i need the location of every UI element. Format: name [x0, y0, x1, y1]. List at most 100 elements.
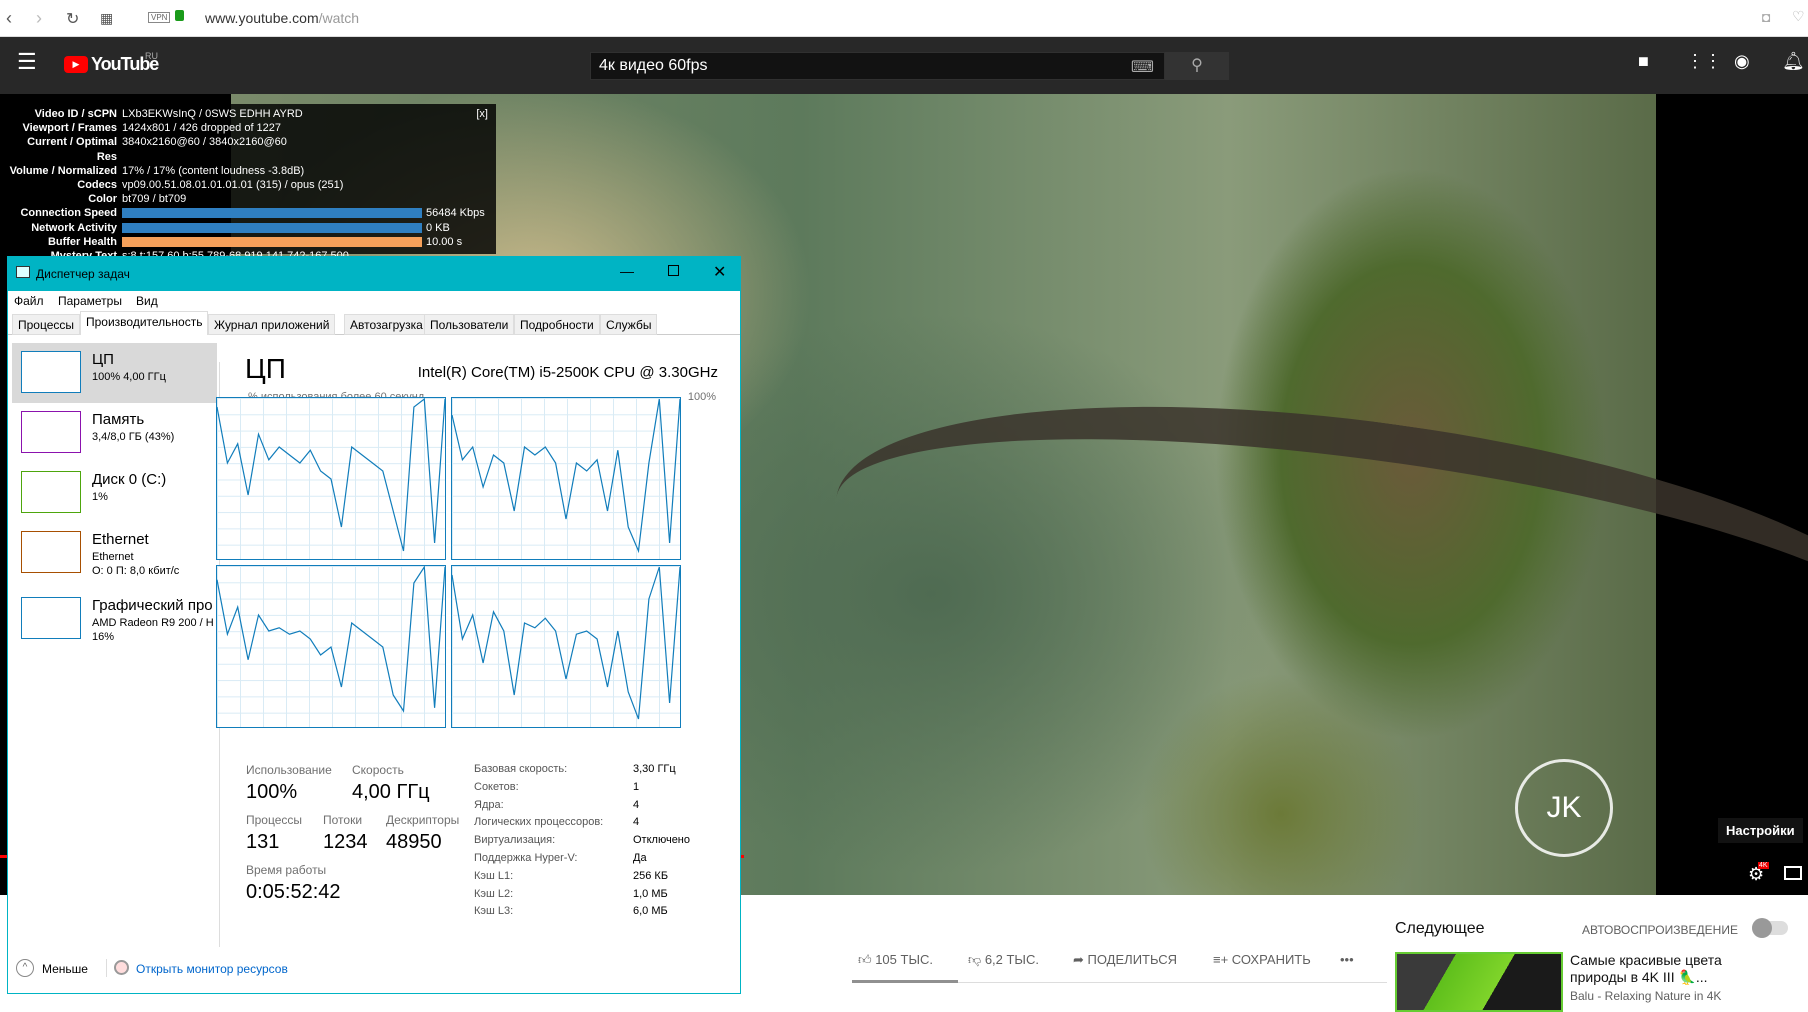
channel-watermark[interactable]: JK — [1515, 759, 1613, 857]
chevron-up-icon[interactable]: ^ — [16, 959, 34, 977]
resource-item-2[interactable]: Диск 0 (C:) 1% — [12, 463, 217, 523]
settings-tooltip: Настройки — [1718, 818, 1803, 843]
speed-label: Скорость — [352, 763, 404, 777]
threads-label: Потоки — [323, 813, 363, 827]
upload-video-icon[interactable]: ■ — [1638, 51, 1649, 72]
info-value: 256 КБ — [633, 869, 669, 882]
stats-close-button[interactable]: [x] — [476, 107, 488, 121]
info-value: 3,30 ГГц — [633, 763, 676, 775]
maximize-button[interactable] — [668, 265, 679, 276]
stats-for-nerds: [x] Video ID / sCPN LXb3EKWsInQ / 0SWS ED… — [2, 104, 496, 262]
forward-icon[interactable]: › — [36, 8, 42, 29]
handles-label: Дескрипторы — [386, 813, 460, 827]
info-label: Сокетов: — [474, 780, 519, 793]
resource-item-0[interactable]: ЦП 100% 4,00 ГГц — [12, 343, 217, 403]
camera-icon[interactable]: ◘ — [1762, 9, 1770, 25]
info-label: Базовая скорость: — [474, 763, 568, 775]
like-ratio-bar — [852, 980, 958, 983]
info-value: 1 — [633, 780, 640, 793]
stats-bar-row: Network Activity 0 KB — [31, 221, 450, 234]
resource-item-4[interactable]: Графический про AMD Radeon R9 200 / H 16% — [12, 589, 217, 649]
tab-details[interactable]: Подробности — [514, 314, 600, 335]
stats-row: Current / Optimal Res 3840x2160@60 / 3840… — [27, 136, 287, 163]
cpu-usage-line — [217, 398, 445, 552]
cpu-usage-line — [217, 566, 445, 713]
reload-icon[interactable]: ↻ — [66, 9, 79, 29]
messages-icon[interactable]: ◉ — [1734, 51, 1750, 72]
address-bar[interactable]: www.youtube.com/watch — [205, 10, 359, 26]
youtube-logo-icon[interactable]: ▶ — [64, 56, 88, 73]
tab-startup[interactable]: Автозагрузка — [344, 314, 429, 335]
info-label: Кэш L3: — [474, 905, 514, 918]
keyboard-icon[interactable]: ⌨ — [1131, 57, 1154, 77]
menu-bar: Файл Параметры Вид — [8, 291, 740, 311]
task-manager-icon — [16, 266, 30, 278]
tab-users[interactable]: Пользователи — [424, 314, 515, 335]
graph-max: 100% — [687, 391, 716, 403]
tab-performance[interactable]: Производительность — [80, 311, 209, 335]
next-video-channel[interactable]: Balu - Relaxing Nature in 4K — [1570, 989, 1721, 1003]
notifications-icon[interactable]: 🔔︎ — [1782, 51, 1805, 72]
stats-bar-row: Connection Speed 56484 Kbps — [20, 207, 485, 220]
browser-toolbar: ‹ › ↻ ▦ VPN www.youtube.com/watch ◘ ♡ — [0, 0, 1808, 37]
menu-options[interactable]: Параметры — [58, 294, 122, 308]
stats-bar-graph — [122, 208, 422, 219]
info-label: Кэш L2: — [474, 887, 514, 900]
next-video-title[interactable]: Самые красивые цвета природы в 4K III 🦜.… — [1570, 952, 1770, 986]
save-button[interactable]: ≡+ СОХРАНИТЬ — [1213, 952, 1311, 967]
stats-row: Volume / Normalized 17% / 17% (content lo… — [9, 164, 305, 177]
resource-item-3[interactable]: Ethernet Ethernet О: 0 П: 8,0 кбит/с — [12, 523, 217, 583]
search-button[interactable]: ⚲ — [1165, 52, 1229, 80]
menu-icon[interactable]: ☰ — [17, 49, 37, 75]
heart-icon[interactable]: ♡ — [1792, 8, 1805, 25]
search-input[interactable]: 4к видео 60fps ⌨ — [590, 52, 1165, 80]
stats-row: Video ID / sCPN LXb3EKWsInQ / 0SWS EDHH A… — [34, 108, 303, 120]
tab-services[interactable]: Службы — [600, 314, 658, 335]
mini-graph — [21, 597, 81, 639]
autoplay-label: АВТОВОСПРОИЗВЕДЕНИЕ — [1582, 923, 1738, 937]
tab-app-history[interactable]: Журнал приложений — [208, 314, 336, 335]
minimize-button[interactable]: — — [620, 263, 634, 279]
stats-bar-graph — [122, 236, 422, 247]
cpu-core-graph-1 — [451, 397, 681, 560]
miniplayer-icon[interactable] — [1784, 866, 1802, 880]
share-button[interactable]: ➦ ПОДЕЛИТЬСЯ — [1073, 952, 1177, 968]
close-button[interactable]: ✕ — [713, 262, 726, 282]
like-button[interactable]: 👍︎ 105 ТЫС. — [858, 952, 933, 968]
quality-badge: 4K — [1758, 862, 1769, 869]
processes-value: 131 — [246, 831, 280, 853]
fewer-details-button[interactable]: Меньше — [42, 962, 88, 976]
snake-image — [815, 348, 1808, 800]
autoplay-toggle[interactable] — [1752, 918, 1788, 938]
processes-label: Процессы — [246, 813, 303, 827]
up-next-heading: Следующее — [1395, 920, 1485, 937]
cpu-usage-line — [452, 566, 680, 720]
menu-view[interactable]: Вид — [136, 294, 158, 308]
stats-row: Viewport / Frames 1424x801 / 426 dropped … — [22, 122, 282, 135]
resource-item-1[interactable]: Память 3,4/8,0 ГБ (43%) — [12, 403, 217, 463]
resource-monitor-icon — [114, 960, 129, 975]
dislike-button[interactable]: 👎︎ 6,2 ТЫС. — [968, 952, 1039, 968]
uptime-value: 0:05:52:42 — [246, 881, 341, 903]
tab-processes[interactable]: Процессы — [12, 314, 81, 335]
window-title: Диспетчер задач — [36, 267, 130, 281]
usage-value: 100% — [246, 781, 298, 803]
usage-label: Использование — [246, 763, 332, 777]
cpu-core-graph-3 — [451, 565, 681, 728]
stats-row: Codecs vp09.00.51.08.01.01.01.01 (315) / … — [77, 179, 344, 192]
cpu-core-graph-2 — [216, 565, 446, 728]
title-bar[interactable]: Диспетчер задач — ✕ — [8, 257, 740, 291]
cpu-usage-line — [452, 398, 680, 554]
stats-row: Color bt709 / bt709 — [88, 193, 187, 206]
apps-icon[interactable]: ⋮⋮ — [1686, 51, 1722, 72]
tabs-grid-icon[interactable]: ▦ — [100, 10, 113, 27]
next-video-thumbnail[interactable] — [1395, 952, 1563, 1012]
speed-value: 4,00 ГГц — [352, 781, 430, 803]
menu-file[interactable]: Файл — [14, 294, 44, 308]
region-label: RU — [145, 51, 158, 61]
open-resource-monitor-link[interactable]: Открыть монитор ресурсов — [136, 962, 288, 976]
more-actions-button[interactable]: ••• — [1340, 952, 1354, 967]
info-value: 4 — [633, 798, 640, 811]
back-icon[interactable]: ‹ — [6, 8, 12, 29]
vpn-icon[interactable]: VPN — [148, 12, 171, 23]
